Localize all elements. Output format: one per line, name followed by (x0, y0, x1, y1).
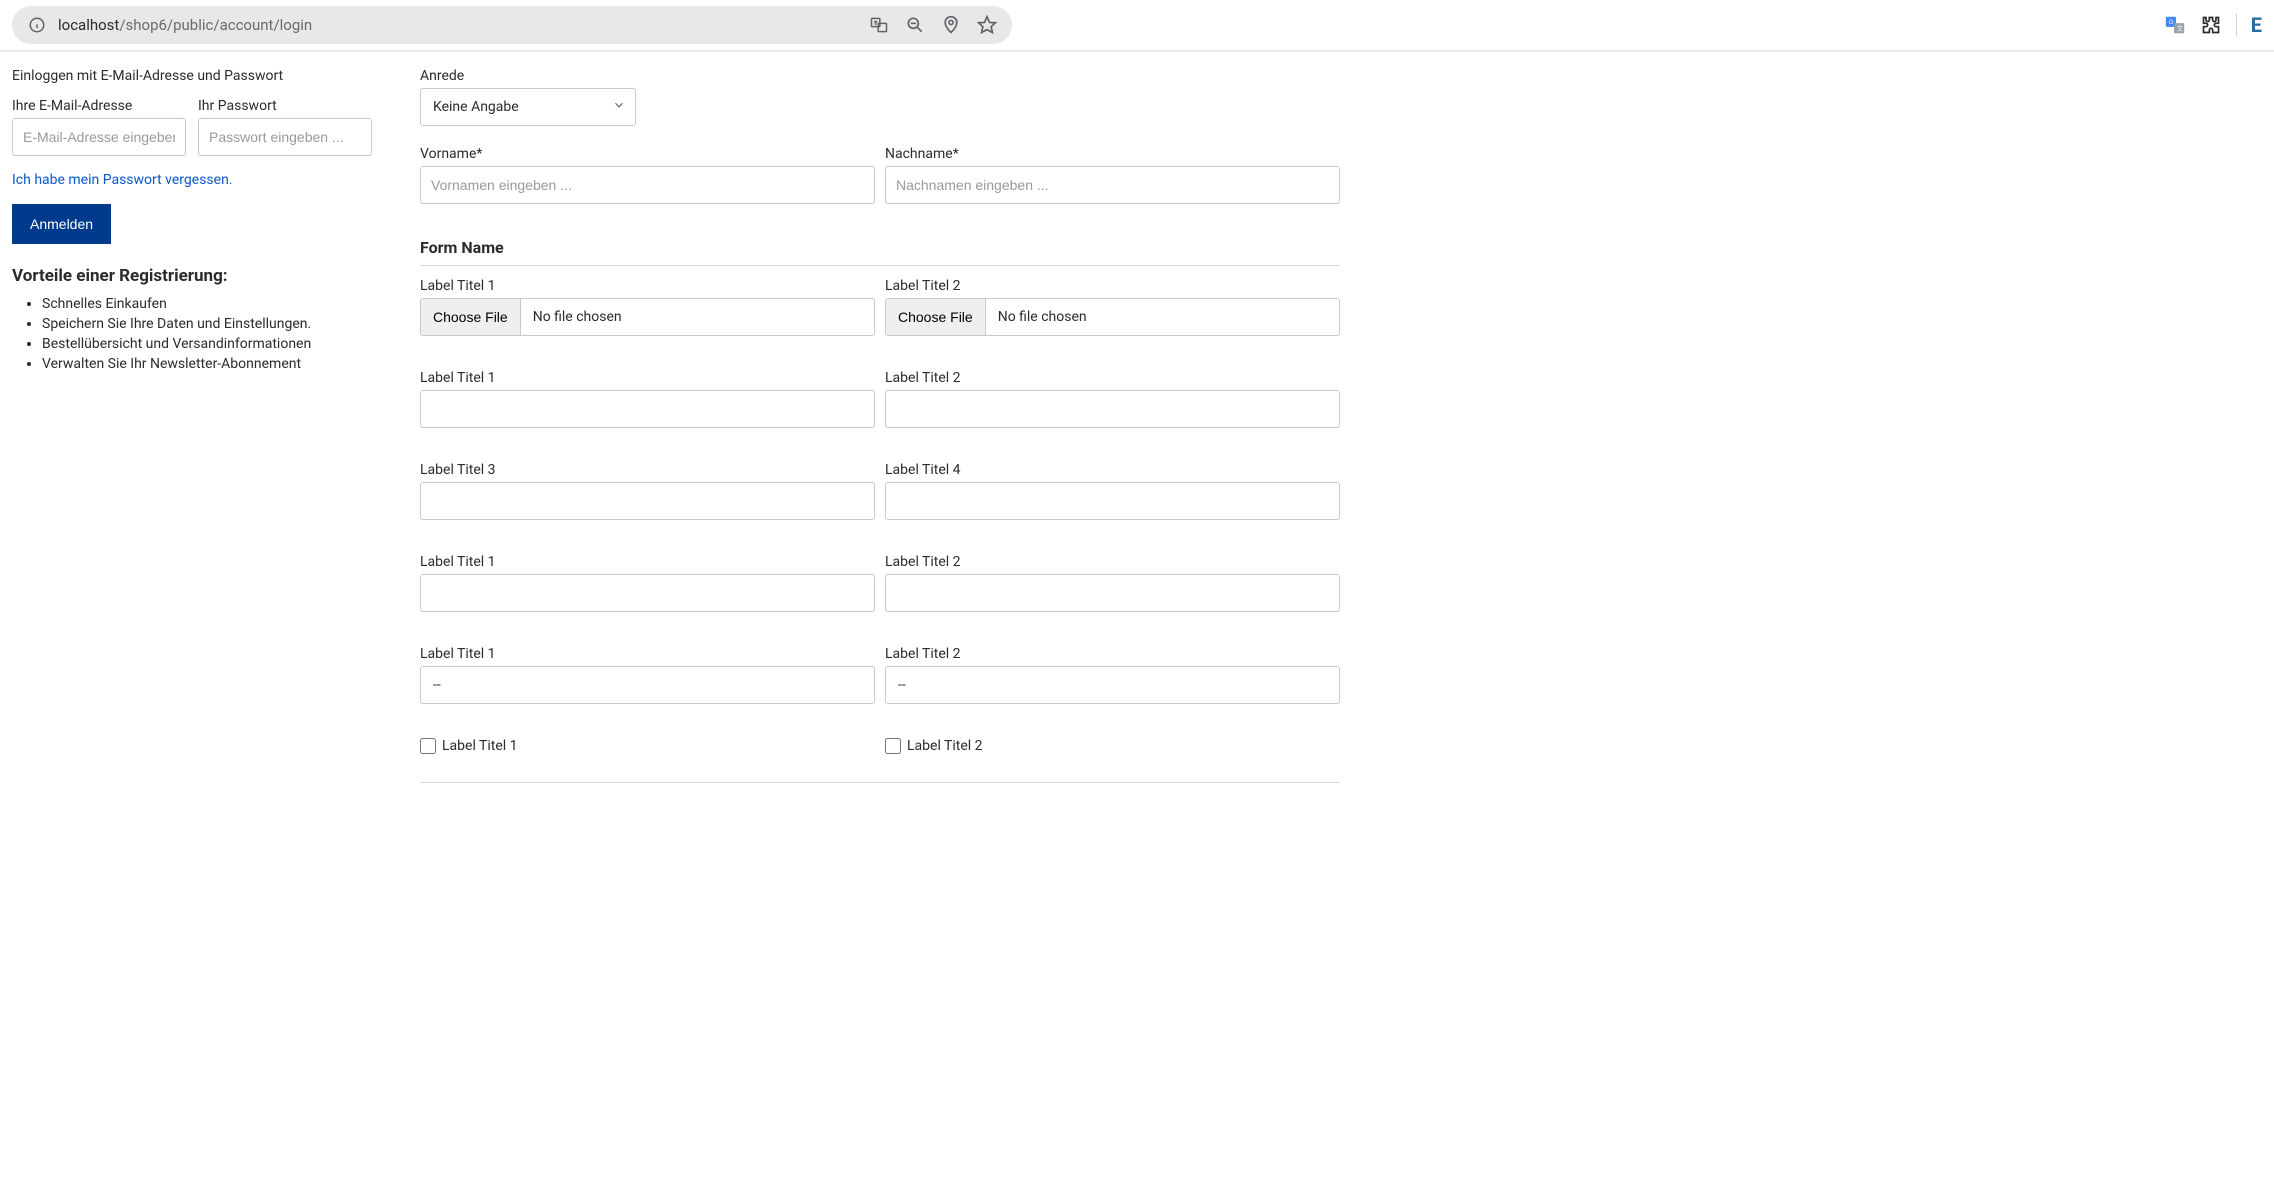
register-panel: Anrede Keine Angabe Vorname* Nachname* F… (420, 68, 1340, 783)
text6-input[interactable] (885, 574, 1340, 612)
text5-label: Label Titel 1 (420, 554, 875, 570)
text1-label: Label Titel 1 (420, 370, 875, 386)
google-translate-ext-icon[interactable]: G文 (2164, 14, 2186, 36)
salutation-select[interactable]: Keine Angabe (420, 88, 636, 126)
advantages-title: Vorteile einer Registrierung: (12, 266, 372, 286)
url-text: localhost/shop6/public/account/login (58, 16, 312, 34)
select2-label: Label Titel 2 (885, 646, 1340, 662)
form-name-title: Form Name (420, 238, 1340, 257)
file1-input[interactable]: Choose File No file chosen (420, 298, 875, 336)
file2-input[interactable]: Choose File No file chosen (885, 298, 1340, 336)
email-label: Ihre E-Mail-Adresse (12, 98, 186, 114)
translate-icon[interactable] (868, 14, 890, 36)
url-path: /shop6/public/account/login (119, 16, 312, 34)
text4-label: Label Titel 4 (885, 462, 1340, 478)
url-host: localhost (58, 16, 119, 34)
extensions-puzzle-icon[interactable] (2200, 14, 2222, 36)
text3-input[interactable] (420, 482, 875, 520)
text2-input[interactable] (885, 390, 1340, 428)
text3-label: Label Titel 3 (420, 462, 875, 478)
svg-text:文: 文 (2177, 24, 2184, 33)
bookmark-star-icon[interactable] (976, 14, 998, 36)
extension-e-icon[interactable]: E (2251, 13, 2262, 37)
firstname-label: Vorname* (420, 146, 875, 162)
password-label: Ihr Passwort (198, 98, 372, 114)
select1-input[interactable]: -- (420, 666, 875, 704)
email-input[interactable] (12, 118, 186, 156)
firstname-input[interactable] (420, 166, 875, 204)
page-content: Einloggen mit E-Mail-Adresse und Passwor… (0, 51, 2274, 823)
browser-toolbar: localhost/shop6/public/account/login G文 (0, 0, 2274, 51)
file1-label: Label Titel 1 (420, 278, 875, 294)
check2-checkbox[interactable] (885, 738, 901, 754)
text1-input[interactable] (420, 390, 875, 428)
text4-input[interactable] (885, 482, 1340, 520)
divider (420, 782, 1340, 783)
location-icon[interactable] (940, 14, 962, 36)
file2-choose-button[interactable]: Choose File (886, 299, 986, 335)
forgot-password-link[interactable]: Ich habe mein Passwort vergessen. (12, 172, 233, 188)
text6-label: Label Titel 2 (885, 554, 1340, 570)
separator (2236, 14, 2237, 36)
file2-label: Label Titel 2 (885, 278, 1340, 294)
text5-input[interactable] (420, 574, 875, 612)
url-bar-actions (868, 14, 998, 36)
svg-text:G: G (2168, 19, 2173, 26)
salutation-label: Anrede (420, 68, 636, 84)
select2-input[interactable]: -- (885, 666, 1340, 704)
file1-status: No file chosen (521, 299, 634, 335)
check1-label: Label Titel 1 (442, 738, 518, 754)
browser-extensions: G文 E (2164, 13, 2262, 37)
login-submit-button[interactable]: Anmelden (12, 204, 111, 244)
advantage-item: Speichern Sie Ihre Daten und Einstellung… (42, 316, 372, 332)
site-info-icon[interactable] (26, 14, 48, 36)
url-bar[interactable]: localhost/shop6/public/account/login (12, 6, 1012, 44)
check2-label: Label Titel 2 (907, 738, 983, 754)
custom-form-grid: Label Titel 1 Choose File No file chosen… (420, 278, 1340, 754)
divider (420, 265, 1340, 266)
password-input[interactable] (198, 118, 372, 156)
lastname-input[interactable] (885, 166, 1340, 204)
login-panel: Einloggen mit E-Mail-Adresse und Passwor… (12, 68, 372, 783)
advantage-item: Verwalten Sie Ihr Newsletter-Abonnement (42, 356, 372, 372)
select1-label: Label Titel 1 (420, 646, 875, 662)
check1-checkbox[interactable] (420, 738, 436, 754)
advantages-list: Schnelles Einkaufen Speichern Sie Ihre D… (12, 296, 372, 372)
login-title: Einloggen mit E-Mail-Adresse und Passwor… (12, 68, 372, 84)
file1-choose-button[interactable]: Choose File (421, 299, 521, 335)
advantage-item: Bestellübersicht und Versandinformatione… (42, 336, 372, 352)
advantage-item: Schnelles Einkaufen (42, 296, 372, 312)
zoom-out-icon[interactable] (904, 14, 926, 36)
lastname-label: Nachname* (885, 146, 1340, 162)
text2-label: Label Titel 2 (885, 370, 1340, 386)
file2-status: No file chosen (986, 299, 1099, 335)
